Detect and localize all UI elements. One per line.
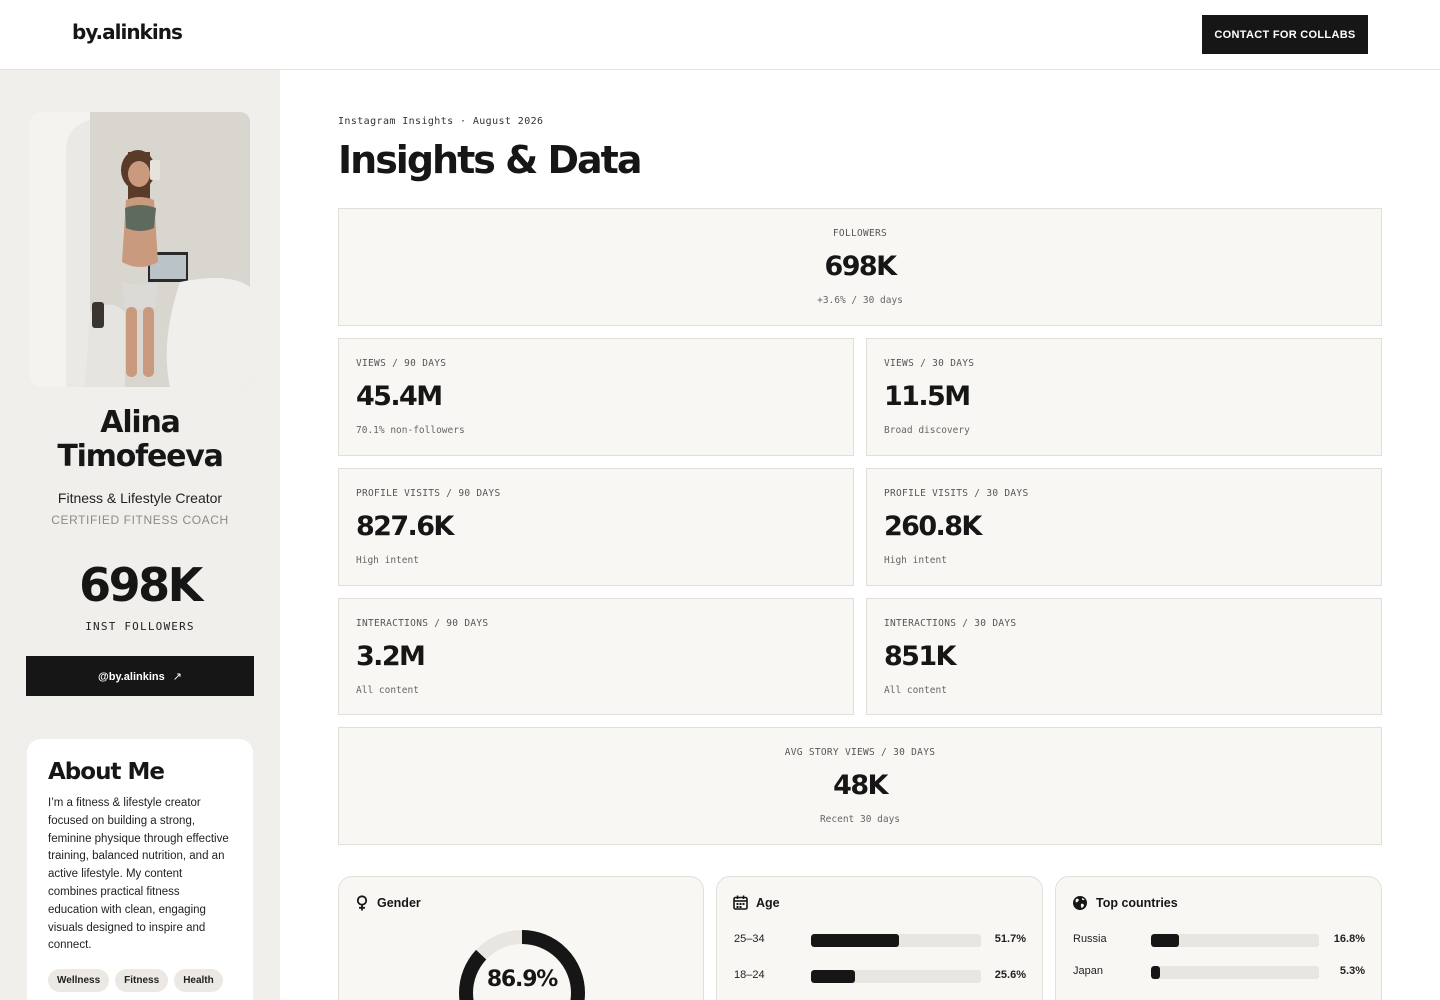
metric-value: 698K (824, 251, 897, 282)
metric-card-visits-30: PROFILE VISITS / 30 DAYS 260.8K High int… (866, 468, 1382, 586)
country-row-label: Japan (1073, 965, 1103, 977)
age-row-track (811, 970, 981, 983)
country-row-track (1151, 966, 1319, 979)
metric-value: 48K (833, 770, 888, 801)
creator-name: Alina Timofeeva (0, 406, 280, 474)
page-eyebrow: Instagram Insights · August 2026 (338, 116, 544, 127)
tag-fitness[interactable]: Fitness (115, 969, 169, 993)
page-title: Insights & Data (338, 138, 642, 182)
gender-panel: Gender 86.9% (338, 876, 704, 1000)
countries-title: Top countries (1096, 896, 1178, 910)
metric-value: 3.2M (356, 641, 426, 672)
metric-value: 827.6K (356, 511, 454, 542)
profile-photo-image (30, 112, 250, 387)
age-row-label: 18–24 (734, 969, 765, 981)
age-row-value: 25.6% (994, 969, 1026, 981)
metric-label: INTERACTIONS / 90 DAYS (356, 618, 489, 629)
age-panel-header: Age (733, 895, 780, 910)
contact-button[interactable]: CONTACT FOR COLLABS (1202, 15, 1368, 54)
globe-icon (1073, 896, 1087, 910)
age-row: 25–34 51.7% (717, 932, 1042, 948)
metric-card-interactions-90: INTERACTIONS / 90 DAYS 3.2M All content (338, 598, 854, 715)
follower-count-label: INST FOLLOWERS (85, 620, 195, 633)
metric-label: INTERACTIONS / 30 DAYS (884, 618, 1017, 629)
metric-note: Recent 30 days (819, 814, 901, 825)
tag-wellness[interactable]: Wellness (48, 969, 110, 993)
metric-card-views-30: VIEWS / 30 DAYS 11.5M Broad discovery (866, 338, 1382, 456)
metric-label: PROFILE VISITS / 90 DAYS (356, 488, 501, 499)
external-link-icon: ↗ (172, 670, 182, 683)
female-icon (356, 895, 368, 911)
age-row: 18–24 25.6% (717, 968, 1042, 984)
metric-label: AVG STORY VIEWS / 30 DAYS (784, 747, 936, 758)
tag-health[interactable]: Health (174, 969, 223, 993)
metric-card-views-90: VIEWS / 90 DAYS 45.4M 70.1% non-follower… (338, 338, 854, 456)
country-row-bar (1151, 966, 1160, 979)
profile-photo (30, 112, 250, 387)
metric-note: All content (884, 685, 947, 696)
metric-label: FOLLOWERS (832, 228, 888, 239)
metric-card-interactions-30: INTERACTIONS / 30 DAYS 851K All content (866, 598, 1382, 715)
age-panel: Age 25–34 51.7% 18–24 25.6% (716, 876, 1043, 1000)
creator-role: Fitness & Lifestyle Creator (57, 490, 223, 506)
logo[interactable]: by.alinkins (72, 20, 183, 44)
country-row-label: Russia (1073, 933, 1107, 945)
metric-label: PROFILE VISITS / 30 DAYS (884, 488, 1029, 499)
metric-card-visits-90: PROFILE VISITS / 90 DAYS 827.6K High int… (338, 468, 854, 586)
about-card: About Me I’m a fitness & lifestyle creat… (27, 739, 253, 1000)
metric-value: 260.8K (884, 511, 982, 542)
metric-card-followers: FOLLOWERS 698K +3.6% / 30 days (338, 208, 1382, 326)
countries-panel: Top countries Russia 16.8% Japan 5.3% (1055, 876, 1382, 1000)
age-title: Age (756, 895, 780, 910)
profile-sidebar: Alina Timofeeva Fitness & Lifestyle Crea… (0, 70, 280, 1000)
metric-value: 851K (884, 641, 956, 672)
age-row-track (811, 934, 981, 947)
creator-last-name: Timofeeva (57, 439, 224, 474)
country-row: Japan 5.3% (1056, 964, 1381, 980)
metric-value: 11.5M (884, 381, 971, 412)
metric-note: 70.1% non-followers (356, 425, 465, 436)
metric-note: +3.6% / 30 days (817, 295, 903, 306)
top-bar: by.alinkins CONTACT FOR COLLABS (0, 0, 1440, 70)
country-row-value: 5.3% (1339, 965, 1365, 977)
metric-note: High intent (356, 555, 419, 566)
country-row-track (1151, 934, 1319, 947)
about-text: I’m a fitness & lifestyle creator focuse… (48, 797, 229, 952)
metric-note: High intent (884, 555, 947, 566)
instagram-handle-label: @by.alinkins (98, 670, 165, 683)
metric-note: All content (356, 685, 419, 696)
country-row: Russia 16.8% (1056, 932, 1381, 948)
creator-certification: CERTIFIED FITNESS COACH (51, 513, 229, 527)
metric-card-story-views: AVG STORY VIEWS / 30 DAYS 48K Recent 30 … (338, 727, 1382, 845)
country-row-value: 16.8% (1333, 933, 1365, 945)
metric-label: VIEWS / 30 DAYS (884, 358, 975, 369)
age-row-bar (811, 934, 899, 947)
about-title: About Me (48, 759, 165, 785)
age-row-label: 25–34 (734, 933, 765, 945)
gender-panel-header: Gender (355, 895, 421, 911)
metric-value: 45.4M (356, 381, 443, 412)
gender-value: 86.9% (486, 967, 559, 992)
instagram-handle-button[interactable]: @by.alinkins ↗ (26, 656, 254, 696)
age-row-bar (811, 970, 855, 983)
gender-title: Gender (377, 896, 421, 910)
creator-first-name: Alina (100, 405, 181, 440)
metric-note: Broad discovery (884, 425, 970, 436)
metric-label: VIEWS / 90 DAYS (356, 358, 447, 369)
age-row-value: 51.7% (994, 933, 1026, 945)
tag-list: Wellness Fitness Health (48, 969, 232, 993)
country-row-bar (1151, 934, 1180, 947)
calendar-icon (733, 895, 748, 910)
countries-panel-header: Top countries (1072, 895, 1178, 911)
follower-count: 698K (79, 558, 203, 612)
